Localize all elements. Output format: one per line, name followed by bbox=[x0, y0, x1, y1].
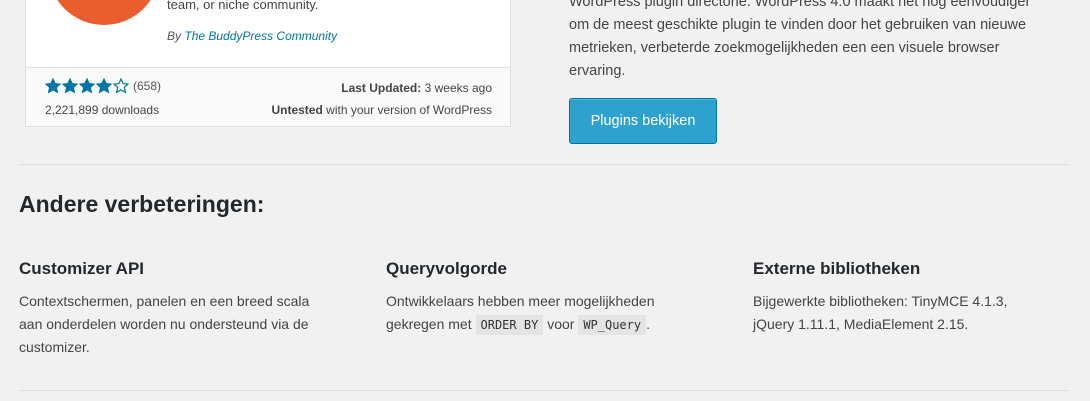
feature-description: WordPress plugin directorie. WordPress 4… bbox=[569, 0, 1049, 83]
feature-line: metrieken, verbeterde zoekmogelijkheden … bbox=[569, 40, 1000, 56]
feature-line: ervaring. bbox=[569, 63, 626, 79]
divider bbox=[19, 390, 1069, 391]
compat-text: with your version of WordPress bbox=[326, 103, 492, 117]
divider bbox=[19, 164, 1069, 165]
plugin-author: By The BuddyPress Community bbox=[167, 29, 337, 43]
feature-column-customizer: Customizer API Contextschermen, panelen … bbox=[19, 259, 349, 359]
feature-column-query: Queryvolgorde Ontwikkelaars hebben meer … bbox=[386, 259, 716, 337]
column-title: Externe bibliotheken bbox=[753, 259, 921, 278]
column-text: Ontwikkelaars hebben meer mogelijkheden … bbox=[386, 290, 716, 337]
feature-line: om de meest geschikte plugin te vinden d… bbox=[569, 17, 1027, 33]
plugin-card: team, or niche community. By The BuddyPr… bbox=[25, 0, 511, 127]
rating-count[interactable]: (658) bbox=[133, 79, 161, 93]
last-updated: Last Updated: 3 weeks ago bbox=[341, 81, 492, 95]
plugin-description: team, or niche community. bbox=[167, 0, 319, 12]
compatibility: Untested with your version of WordPress bbox=[271, 103, 492, 117]
star-empty-icon bbox=[113, 78, 129, 94]
feature-column-libraries: Externe bibliotheken Bijgewerkte bibliot… bbox=[753, 259, 1083, 336]
feature-line: WordPress plugin directorie. WordPress 4… bbox=[569, 0, 1031, 10]
star-filled-icon bbox=[45, 78, 61, 94]
download-count: 2,221,899 downloads bbox=[45, 103, 160, 117]
column-text: Bijgewerkte bibliotheken: TinyMCE 4.1.3,… bbox=[753, 293, 1008, 332]
compat-status: Untested bbox=[271, 103, 323, 117]
plugin-card-top: team, or niche community. By The BuddyPr… bbox=[26, 0, 510, 63]
last-updated-label: Last Updated: bbox=[341, 81, 422, 95]
author-prefix: By bbox=[167, 29, 182, 43]
column-title: Customizer API bbox=[19, 259, 145, 278]
last-updated-value: 3 weeks ago bbox=[424, 81, 492, 95]
star-rating: (658) bbox=[45, 78, 161, 94]
plugin-icon[interactable] bbox=[48, 0, 160, 25]
star-filled-icon bbox=[79, 78, 95, 94]
section-title: Andere verbeteringen: bbox=[19, 191, 265, 217]
star-filled-icon bbox=[96, 78, 112, 94]
column-text: Contextschermen, panelen en een breed sc… bbox=[19, 293, 310, 355]
plugin-card-bottom: (658) 2,221,899 downloads Last Updated: … bbox=[26, 67, 510, 126]
code-order-by: ORDER BY bbox=[475, 315, 544, 335]
column-title: Queryvolgorde bbox=[386, 259, 507, 278]
code-wp-query: WP_Query bbox=[578, 315, 647, 335]
author-link[interactable]: The BuddyPress Community bbox=[184, 29, 337, 43]
browse-plugins-button[interactable]: Plugins bekijken bbox=[569, 98, 717, 144]
star-filled-icon bbox=[62, 78, 78, 94]
